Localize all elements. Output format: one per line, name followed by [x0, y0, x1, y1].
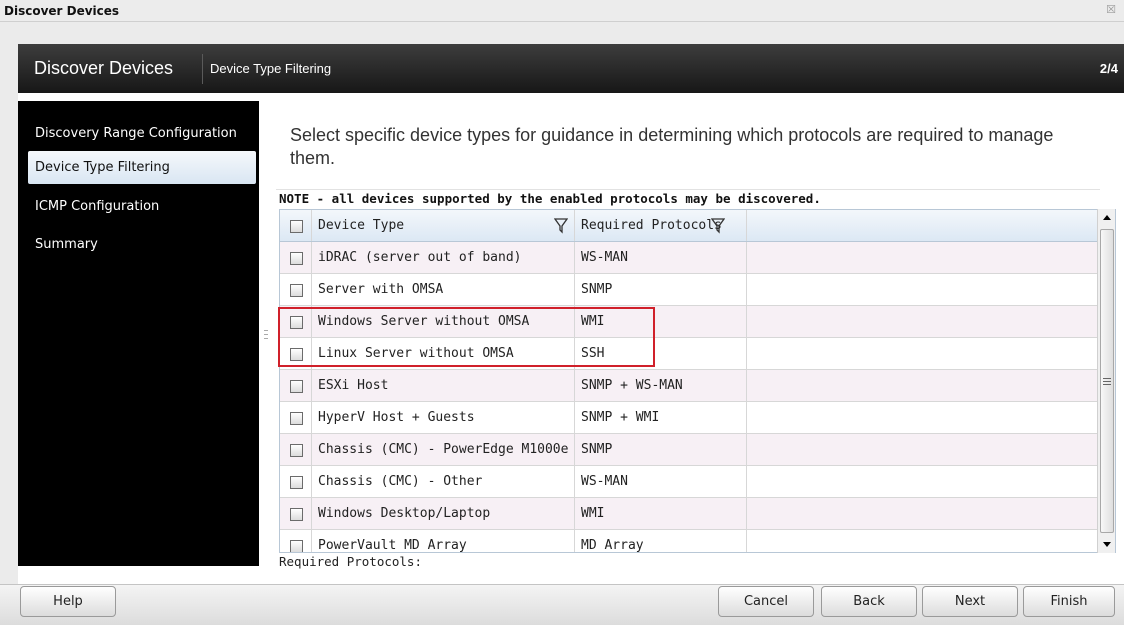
empty-cell — [747, 306, 1098, 337]
sidebar-item-summary[interactable]: Summary — [28, 228, 256, 261]
page-instructions: Select specific device types for guidanc… — [290, 125, 1054, 168]
protocols-cell: WMI — [575, 306, 747, 337]
row-checkbox-cell — [280, 434, 312, 465]
table-row[interactable]: HyperV Host + Guests SNMP + WMI — [280, 402, 1098, 434]
device-type-cell: iDRAC (server out of band) — [312, 242, 575, 273]
row-checkbox[interactable] — [290, 412, 303, 425]
device-type-grid: Device Type Required Protocols iDRAC (se… — [279, 209, 1116, 553]
divider — [276, 189, 1100, 190]
splitter-grip[interactable] — [264, 330, 268, 344]
wizard-header: Discover Devices Device Type Filtering 2… — [18, 44, 1124, 93]
row-checkbox-cell — [280, 370, 312, 401]
row-checkbox-cell — [280, 402, 312, 433]
empty-cell — [747, 242, 1098, 273]
window-titlebar: Discover Devices ☒ — [0, 0, 1124, 22]
empty-cell — [747, 530, 1098, 552]
grid-scrollbar[interactable] — [1097, 209, 1115, 553]
row-checkbox-cell — [280, 530, 312, 552]
wizard-step-counter: 2/4 — [1099, 61, 1118, 76]
device-type-cell: HyperV Host + Guests — [312, 402, 575, 433]
close-icon[interactable]: ☒ — [1106, 3, 1116, 16]
empty-cell — [747, 338, 1098, 369]
device-type-cell: Chassis (CMC) - Other — [312, 466, 575, 497]
table-row[interactable]: Chassis (CMC) - Other WS-MAN — [280, 466, 1098, 498]
device-type-cell: Windows Server without OMSA — [312, 306, 575, 337]
sidebar-item-icmp-configuration[interactable]: ICMP Configuration — [28, 190, 256, 223]
empty-cell — [747, 466, 1098, 497]
table-row[interactable]: PowerVault MD Array MD Array — [280, 530, 1098, 552]
row-checkbox-cell — [280, 306, 312, 337]
device-type-cell: Chassis (CMC) - PowerEdge M1000e — [312, 434, 575, 465]
scroll-up-icon[interactable] — [1098, 209, 1116, 227]
row-checkbox[interactable] — [290, 284, 303, 297]
protocols-cell: SNMP — [575, 274, 747, 305]
row-checkbox[interactable] — [290, 348, 303, 361]
note-text: NOTE - all devices supported by the enab… — [279, 191, 821, 206]
filter-icon[interactable] — [711, 218, 725, 234]
protocols-cell: SNMP + WMI — [575, 402, 747, 433]
protocols-cell: WS-MAN — [575, 242, 747, 273]
back-button[interactable]: Back — [821, 586, 917, 617]
wizard-step-name: Device Type Filtering — [210, 61, 332, 76]
row-checkbox-cell — [280, 274, 312, 305]
wizard-title: Discover Devices — [34, 58, 174, 78]
row-checkbox-cell — [280, 498, 312, 529]
row-checkbox[interactable] — [290, 540, 303, 552]
protocols-cell: SSH — [575, 338, 747, 369]
sidebar-item-discovery-range[interactable]: Discovery Range Configuration — [28, 117, 256, 150]
column-header-label: Device Type — [318, 218, 405, 233]
column-header-empty — [747, 210, 1098, 241]
empty-cell — [747, 498, 1098, 529]
header-divider — [202, 54, 203, 84]
help-button[interactable]: Help — [20, 586, 116, 617]
column-header-required-protocols[interactable]: Required Protocols — [575, 210, 747, 241]
wizard-sidebar: Discovery Range Configuration Device Typ… — [18, 101, 259, 566]
device-type-cell: PowerVault MD Array — [312, 530, 575, 552]
table-row[interactable]: ESXi Host SNMP + WS-MAN — [280, 370, 1098, 402]
filter-icon[interactable] — [554, 218, 568, 234]
table-row[interactable]: Chassis (CMC) - PowerEdge M1000e SNMP — [280, 434, 1098, 466]
select-all-checkbox[interactable] — [290, 220, 303, 233]
grid-header-row: Device Type Required Protocols — [280, 210, 1098, 242]
table-row[interactable]: Windows Server without OMSA WMI — [280, 306, 1098, 338]
finish-button[interactable]: Finish — [1023, 586, 1115, 617]
cancel-button[interactable]: Cancel — [718, 586, 814, 617]
protocols-cell: WS-MAN — [575, 466, 747, 497]
row-checkbox-cell — [280, 242, 312, 273]
window-title: Discover Devices — [4, 4, 120, 18]
sidebar-item-device-type-filtering[interactable]: Device Type Filtering — [28, 151, 256, 184]
table-row[interactable]: Linux Server without OMSA SSH — [280, 338, 1098, 370]
protocols-cell: SNMP + WS-MAN — [575, 370, 747, 401]
protocols-cell: SNMP — [575, 434, 747, 465]
device-type-cell: Windows Desktop/Laptop — [312, 498, 575, 529]
empty-cell — [747, 434, 1098, 465]
device-type-cell: ESXi Host — [312, 370, 575, 401]
table-row[interactable]: iDRAC (server out of band) WS-MAN — [280, 242, 1098, 274]
required-protocols-label: Required Protocols: — [279, 554, 422, 569]
table-row[interactable]: Windows Desktop/Laptop WMI — [280, 498, 1098, 530]
row-checkbox[interactable] — [290, 316, 303, 329]
row-checkbox[interactable] — [290, 252, 303, 265]
row-checkbox[interactable] — [290, 476, 303, 489]
row-checkbox[interactable] — [290, 508, 303, 521]
table-row[interactable]: Server with OMSA SNMP — [280, 274, 1098, 306]
scrollbar-thumb[interactable] — [1100, 229, 1114, 533]
column-header-device-type[interactable]: Device Type — [312, 210, 575, 241]
row-checkbox[interactable] — [290, 444, 303, 457]
row-checkbox-cell — [280, 466, 312, 497]
row-checkbox-cell — [280, 338, 312, 369]
device-type-cell: Server with OMSA — [312, 274, 575, 305]
next-button[interactable]: Next — [922, 586, 1018, 617]
device-type-cell: Linux Server without OMSA — [312, 338, 575, 369]
row-checkbox[interactable] — [290, 380, 303, 393]
column-header-label: Required Protocols — [581, 218, 722, 233]
empty-cell — [747, 274, 1098, 305]
protocols-cell: WMI — [575, 498, 747, 529]
scroll-down-icon[interactable] — [1098, 535, 1116, 553]
empty-cell — [747, 402, 1098, 433]
protocols-cell: MD Array — [575, 530, 747, 552]
empty-cell — [747, 370, 1098, 401]
select-all-cell — [280, 210, 312, 241]
